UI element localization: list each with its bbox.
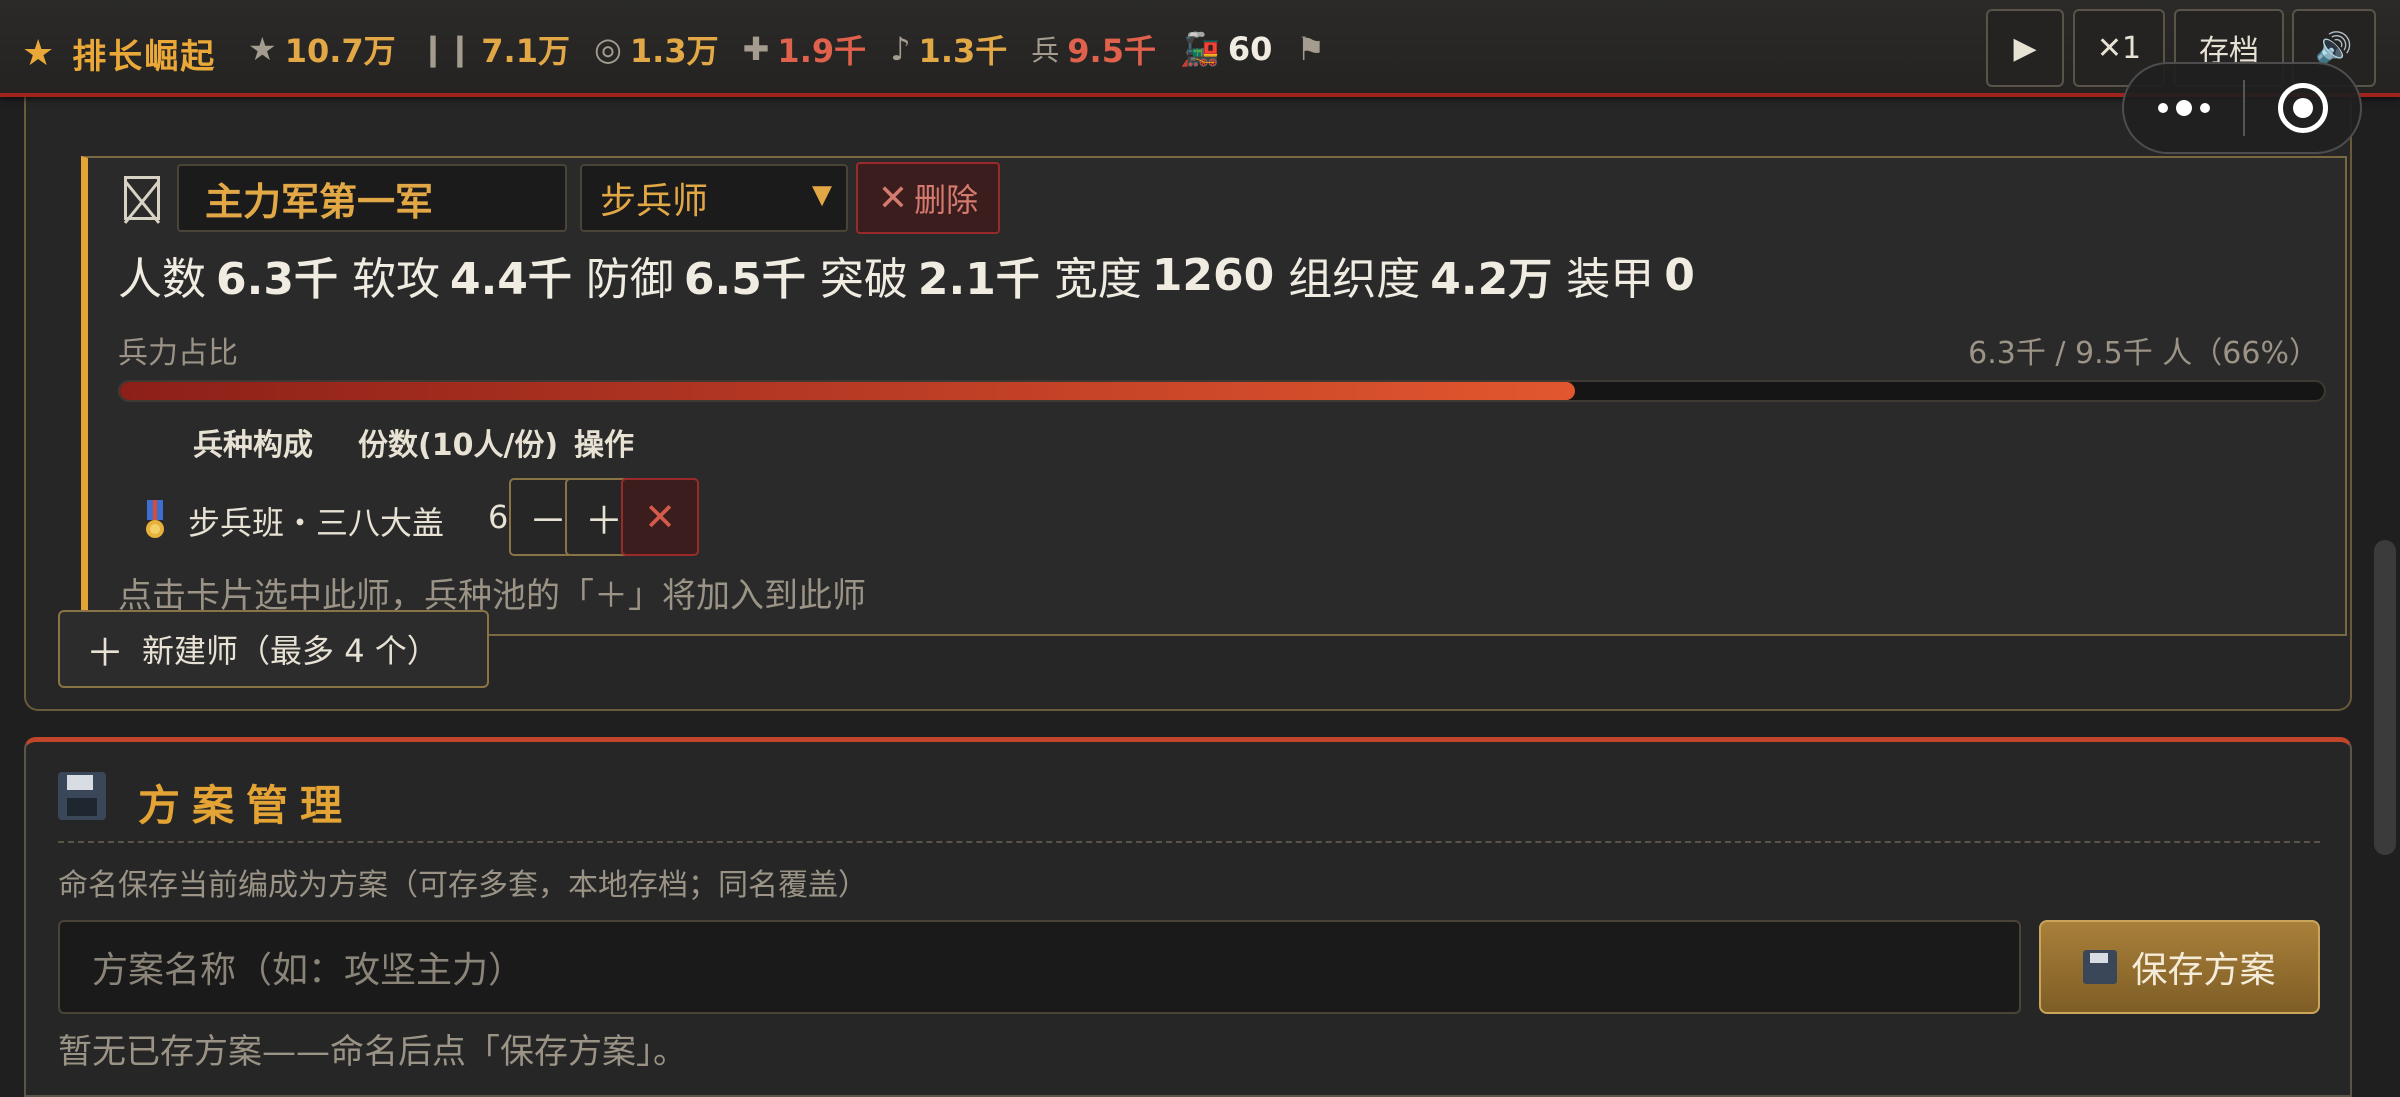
stat-label: 软攻 <box>351 254 440 305</box>
new-division-button[interactable]: ＋ 新建师（最多 4 个） <box>58 610 489 688</box>
division-type-value: 步兵师 <box>600 181 709 222</box>
close-icon: ✕ <box>877 177 909 219</box>
star-icon: ★ <box>248 30 277 68</box>
select-division-checkbox[interactable] <box>124 176 160 220</box>
plan-name-input[interactable]: 方案名称（如：攻坚主力） <box>58 920 2021 1014</box>
resource-value: 1.3万 <box>629 32 719 70</box>
stat-label: 组织度 <box>1288 254 1421 305</box>
brand-title: 排长崛起 <box>72 36 217 77</box>
plus-icon: ＋ <box>584 498 623 543</box>
plan-description: 命名保存当前编成为方案（可存多套，本地存档；同名覆盖） <box>58 868 868 903</box>
flag-icon: ⚑ <box>1296 30 1326 68</box>
stat-label: 突破 <box>819 254 908 305</box>
remove-unit-button[interactable]: ✕ <box>621 478 699 556</box>
top-bar: ★ 排长崛起 ★ 10.7万 ❙❙ 7.1万 ◎ 1.3万 ✚ 1.9千 ♪ 1… <box>0 0 2400 97</box>
stat-value: 1260 <box>1151 249 1275 301</box>
speed-label: ✕1 <box>2096 30 2142 66</box>
resource-value: 1.3千 <box>918 32 1008 70</box>
dropdown-caret-icon: ▼ <box>812 180 832 210</box>
stat-label: 装甲 <box>1566 254 1655 305</box>
plan-title: 方案管理 <box>138 781 355 830</box>
troop-share-bar <box>118 380 2326 402</box>
division-type-select[interactable]: 步兵师 ▼ <box>580 164 848 232</box>
target-icon: ◎ <box>593 30 622 68</box>
miniprogram-capsule <box>2122 62 2362 154</box>
delete-label: 删除 <box>914 181 979 219</box>
plan-management-panel: 方案管理 命名保存当前编成为方案（可存多套，本地存档；同名覆盖） 方案名称（如：… <box>24 737 2352 1097</box>
resource-target: ◎ 1.3万 <box>594 26 719 72</box>
division-stats: 人数 6.3千 软攻 4.4千 防御 6.5千 突破 2.1千 宽度 1260 … <box>118 246 1709 306</box>
delete-division-button[interactable]: ✕ 删除 <box>856 162 1000 234</box>
ammo-icon: ❙❙ <box>419 30 474 68</box>
soldier-icon: 兵 <box>1031 34 1060 67</box>
more-menu-icon[interactable] <box>2124 100 2243 116</box>
new-division-label: 新建师（最多 4 个） <box>142 632 439 670</box>
header-unit-composition: 兵种构成 <box>193 428 313 463</box>
medical-cross-icon: ✚ <box>742 30 770 68</box>
troop-share-label: 兵力占比 <box>118 336 238 371</box>
resource-value: 1.9千 <box>777 32 867 70</box>
stat-value: 2.1千 <box>917 254 1040 305</box>
stat-value: 6.5千 <box>683 254 806 305</box>
play-icon: ▶ <box>2013 30 2037 66</box>
divider <box>58 841 2320 843</box>
close-miniprogram-icon[interactable] <box>2245 83 2360 133</box>
resource-star: ★ 10.7万 <box>248 26 396 72</box>
header-unit-count: 份数(10人/份) <box>358 428 559 463</box>
close-icon: ✕ <box>644 495 676 539</box>
stat-value: 0 <box>1664 249 1695 301</box>
resource-bar: ★ 10.7万 ❙❙ 7.1万 ◎ 1.3万 ✚ 1.9千 ♪ 1.3千 兵 9… <box>248 22 1357 76</box>
resource-value: 60 <box>1227 30 1273 68</box>
resource-value: 9.5千 <box>1067 32 1156 70</box>
resource-train: 🚂 60 <box>1180 30 1272 68</box>
train-icon: 🚂 <box>1179 30 1220 68</box>
division-card[interactable]: 主力军第一军 步兵师 ▼ ✕ 删除 人数 6.3千 软攻 4.4千 防御 6.5… <box>81 156 2347 636</box>
speaker-icon: 🔊 <box>2315 30 2353 66</box>
medal-icon <box>146 500 164 538</box>
header-actions: 操作 <box>574 428 634 463</box>
empty-plans-text: 暂无已存方案——命名后点「保存方案」。 <box>58 1032 687 1072</box>
music-note-icon: ♪ <box>890 30 911 68</box>
stat-label: 宽度 <box>1053 254 1142 305</box>
brand: ★ 排长崛起 <box>22 28 216 78</box>
troop-share-bar-fill <box>120 382 1575 400</box>
minus-icon: － <box>528 498 567 543</box>
stat-label: 人数 <box>118 254 206 305</box>
division-name-input[interactable]: 主力军第一军 <box>177 164 567 232</box>
plus-icon: ＋ <box>86 630 125 675</box>
resource-soldiers: 兵 9.5千 <box>1031 26 1156 72</box>
stat-value: 4.4千 <box>449 254 572 305</box>
save-plan-button[interactable]: 保存方案 <box>2039 920 2320 1014</box>
resource-music: ♪ 1.3千 <box>890 26 1007 72</box>
stat-value: 6.3千 <box>216 254 338 305</box>
stat-label: 防御 <box>585 254 674 305</box>
resource-ammo: ❙❙ 7.1万 <box>420 26 570 72</box>
scrollbar-thumb[interactable] <box>2374 540 2396 855</box>
resource-value: 10.7万 <box>284 32 396 70</box>
resource-value: 7.1万 <box>481 32 570 70</box>
floppy-disk-icon <box>2083 950 2118 984</box>
stat-value: 4.2万 <box>1430 254 1553 305</box>
troop-share-value: 6.3千 / 9.5千 人（66%） <box>1968 336 2319 371</box>
unit-name: 步兵班・三八大盖 <box>188 504 445 542</box>
play-button[interactable]: ▶ <box>1986 9 2064 87</box>
floppy-disk-icon <box>58 772 106 820</box>
star-icon: ★ <box>22 32 57 74</box>
save-plan-label: 保存方案 <box>2131 950 2276 991</box>
resource-medical: ✚ 1.9千 <box>743 26 867 72</box>
resource-flag: ⚑ <box>1296 30 1333 68</box>
division-panel: 主力军第一军 步兵师 ▼ ✕ 删除 人数 6.3千 软攻 4.4千 防御 6.5… <box>24 60 2352 711</box>
